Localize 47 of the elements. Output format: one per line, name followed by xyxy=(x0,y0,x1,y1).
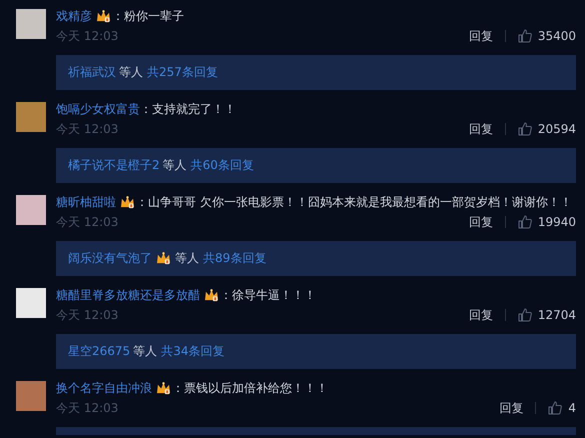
username-link[interactable]: 戏精彦 xyxy=(56,8,92,24)
timestamp: 今天 12:03 xyxy=(56,306,118,324)
username-link[interactable]: 换个名字自由冲浪 xyxy=(56,380,152,396)
thumbs-up-icon[interactable] xyxy=(548,401,562,415)
others-label: 等人 xyxy=(162,157,187,174)
reply-link[interactable]: 回复 xyxy=(499,400,524,416)
avatar-image xyxy=(16,288,46,318)
reply-username-link[interactable]: 星空26675 xyxy=(68,343,130,360)
reply-link[interactable]: 回复 xyxy=(468,306,493,324)
comment-text: ：粉你一辈子 xyxy=(112,8,184,24)
avatar-image xyxy=(16,9,46,39)
avatar-image xyxy=(16,381,46,411)
timestamp: 今天 12:03 xyxy=(56,214,118,230)
thumbs-up-icon[interactable] xyxy=(518,29,532,43)
reply-username-link[interactable]: 阔乐没有气泡了 xyxy=(68,250,152,267)
others-label: 等人 xyxy=(119,64,143,81)
others-label: 等人 xyxy=(133,343,158,360)
like-count: 19940 xyxy=(538,215,576,229)
username-link[interactable]: 糖醋里脊多放糖还是多放醋 xyxy=(56,286,200,304)
reply-count-link[interactable]: 共60条回复 xyxy=(190,157,254,174)
comment-text: ：徐导牛逼！！！ xyxy=(220,286,316,304)
like-count: 4 xyxy=(568,401,576,415)
avatar-image xyxy=(16,195,46,225)
timestamp: 今天 12:03 xyxy=(56,28,118,44)
others-label: 等人 xyxy=(175,250,199,267)
reply-username-link[interactable]: 祈福武汉 xyxy=(68,64,116,81)
username-link[interactable]: 饱嗝少女权富贵 xyxy=(56,100,140,118)
comment-text: ：支持就完了！！ xyxy=(140,100,236,118)
thumbs-up-icon[interactable] xyxy=(518,215,532,229)
reply-link[interactable]: 回复 xyxy=(468,120,493,138)
reply-count-link[interactable]: 共257条回复 xyxy=(147,64,218,81)
like-count: 12704 xyxy=(538,308,576,322)
comment-text: ：山争哥哥 欠你一张电影票！！囧妈本来就是我最想看的一部贺岁档！谢谢你！！ xyxy=(136,194,572,210)
reply-count-link[interactable]: 共34条回复 xyxy=(161,343,224,360)
thumbs-up-icon[interactable] xyxy=(518,122,532,136)
comment-text: ：票钱以后加倍补给您！！！ xyxy=(172,380,328,396)
username-link[interactable]: 糖昕柚甜啦 xyxy=(56,194,116,210)
thumbs-up-icon[interactable] xyxy=(518,308,532,322)
reply-link[interactable]: 回复 xyxy=(468,28,493,44)
reply-username-link[interactable]: 橘子说不是橙子2 xyxy=(68,157,160,174)
like-count: 20594 xyxy=(538,122,576,136)
reply-count-link[interactable]: 共89条回复 xyxy=(203,250,266,267)
avatar-image xyxy=(16,102,46,132)
timestamp: 今天 12:03 xyxy=(56,400,118,416)
like-count: 35400 xyxy=(538,29,576,43)
reply-link[interactable]: 回复 xyxy=(468,214,493,230)
timestamp: 今天 12:03 xyxy=(56,120,118,138)
